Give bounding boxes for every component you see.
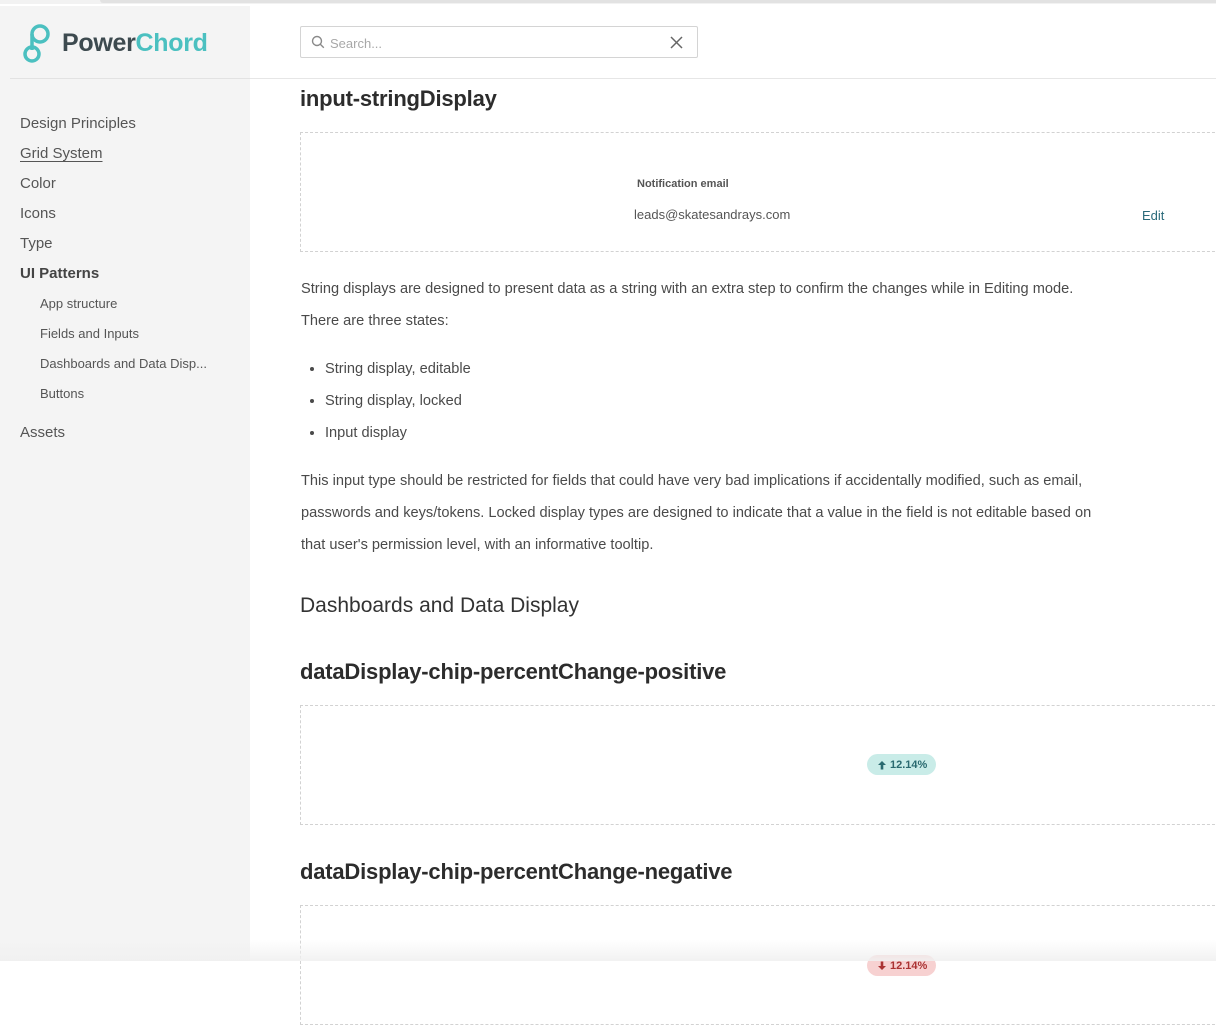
- search-box: [300, 26, 698, 58]
- logo-wordmark: PowerChord: [62, 29, 208, 58]
- sidebar-divider: [10, 78, 250, 79]
- page-heading-dashboards: Dashboards and Data Display: [300, 594, 579, 617]
- sidebar-item-icons[interactable]: Icons: [20, 205, 56, 222]
- search-icon: [311, 35, 325, 49]
- list-item: String display, editable: [325, 353, 471, 385]
- demo-box-chip-positive: [300, 705, 1216, 825]
- sidebar-item-assets[interactable]: Assets: [20, 424, 65, 441]
- percent-change-chip-positive: 12.14%: [867, 754, 936, 775]
- list-item: String display, locked: [325, 385, 471, 417]
- sidebar-subitem-app-structure[interactable]: App structure: [40, 296, 218, 311]
- edit-link[interactable]: Edit: [1142, 208, 1164, 223]
- field-label: Notification email: [637, 178, 729, 190]
- logo-power-text: Power: [62, 28, 136, 57]
- list-item: Input display: [325, 417, 471, 449]
- logo-mark-icon: [23, 24, 50, 63]
- states-list: String display, editable String display,…: [301, 353, 471, 449]
- arrow-down-icon: [878, 961, 886, 970]
- close-icon[interactable]: [669, 35, 684, 50]
- section-title-chip-negative: dataDisplay-chip-percentChange-negative: [300, 859, 733, 884]
- header-divider: [250, 78, 1216, 79]
- sidebar-item-design-principles[interactable]: Design Principles: [20, 115, 136, 132]
- top-strip: [0, 0, 1216, 4]
- sidebar-item-type[interactable]: Type: [20, 235, 53, 252]
- arrow-up-icon: [878, 760, 886, 769]
- sidebar-subitem-dashboards[interactable]: Dashboards and Data Disp...: [40, 356, 218, 371]
- logo-chord-text: Chord: [135, 28, 208, 57]
- section-title-chip-positive: dataDisplay-chip-percentChange-positive: [300, 659, 727, 684]
- sidebar-item-ui-patterns[interactable]: UI Patterns: [20, 265, 99, 282]
- demo-box-chip-negative: [300, 905, 1216, 1025]
- description-paragraph-2: This input type should be restricted for…: [301, 473, 1092, 553]
- sidebar-subitem-fields-and-inputs[interactable]: Fields and Inputs: [40, 326, 218, 341]
- sidebar-subitem-buttons[interactable]: Buttons: [40, 386, 218, 401]
- powerchord-logo[interactable]: PowerChord: [20, 22, 208, 64]
- section-title-string-display: input-stringDisplay: [300, 86, 497, 111]
- chip-value: 12.14%: [890, 758, 928, 771]
- sidebar-item-color[interactable]: Color: [20, 175, 56, 192]
- search-input[interactable]: [328, 32, 662, 54]
- description-paragraph-1: String displays are designed to present …: [301, 281, 1074, 329]
- chip-value: 12.14%: [890, 959, 928, 972]
- top-scrollbar: [100, 0, 1216, 3]
- demo-box-string-display: Notification email leads@skatesandrays.c…: [300, 132, 1216, 252]
- percent-change-chip-negative: 12.14%: [867, 955, 936, 976]
- sidebar-item-grid-system[interactable]: Grid System: [20, 145, 103, 162]
- field-value: leads@skatesandrays.com: [634, 207, 791, 222]
